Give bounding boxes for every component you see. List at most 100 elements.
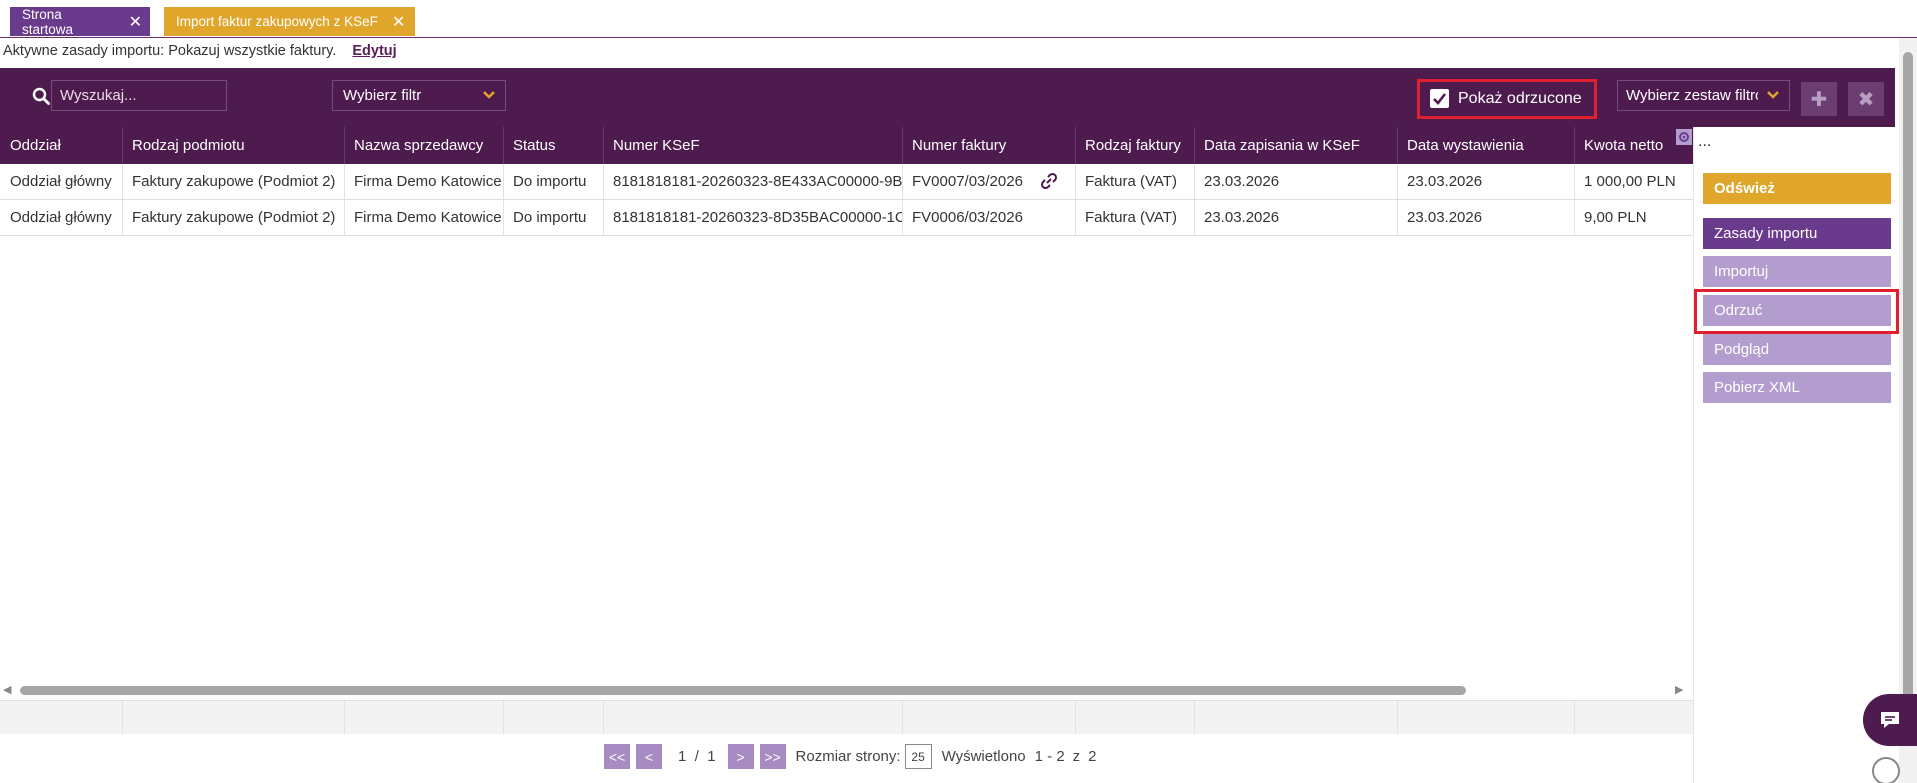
table-cell: 23.03.2026 [1204,173,1280,190]
table-cell: Do importu [513,173,587,190]
column-divider [1574,164,1575,199]
edit-rules-link[interactable]: Edytuj [352,43,396,59]
footer-divider [1194,701,1195,734]
table-cell: 9,00 PLN [1584,209,1647,226]
close-icon[interactable]: ✕ [129,12,142,32]
horizontal-scrollbar[interactable]: ◀ ▶ [0,681,1693,699]
column-divider[interactable] [902,127,903,164]
import-rules-info: Aktywne zasady importu: Pokazuj wszystki… [3,43,397,59]
footer-divider [122,701,123,734]
column-header[interactable]: Nazwa sprzedawcy [344,137,503,154]
link-icon[interactable] [1040,172,1058,190]
scroll-right-icon[interactable]: ▶ [1675,683,1683,696]
footer-divider [1075,701,1076,734]
show-rejected-highlight: Pokaż odrzucone [1417,79,1597,119]
first-page-button[interactable]: << [604,744,630,769]
download-xml-button[interactable]: Pobierz XML [1703,372,1891,403]
table-cell: Faktura (VAT) [1085,209,1177,226]
filter-select-label: Wybierz filtr [343,87,422,104]
vertical-scroll-thumb[interactable] [1903,52,1913,732]
search-input[interactable] [51,80,227,111]
current-page: 1 [678,748,687,765]
import-button[interactable]: Importuj [1703,256,1891,287]
page-separator: / [694,748,699,765]
close-icon[interactable]: ✕ [392,12,405,32]
table-cell: 23.03.2026 [1407,173,1483,190]
table-cell: Oddział główny [10,209,112,226]
show-rejected-checkbox[interactable] [1430,89,1449,108]
import-rules-button[interactable]: Zasady importu [1703,218,1891,249]
chat-icon [1881,712,1899,728]
footer-divider [344,701,345,734]
toolbar [0,68,1895,127]
footer-divider [1574,701,1575,734]
import-rules-text: Aktywne zasady importu: Pokazuj wszystki… [3,43,337,59]
column-divider [344,200,345,235]
page-size-input[interactable]: 25 [904,744,932,769]
column-header[interactable]: Data wystawienia [1397,137,1574,154]
tab-bar: Strona startowa ✕ Import faktur zakupowy… [0,0,1917,38]
table-cell: Faktury zakupowe (Podmiot 2) [132,209,336,226]
table-cell: Faktura (VAT) [1085,173,1177,190]
column-header[interactable]: Numer KSeF [603,137,902,154]
column-header[interactable]: Status [503,137,603,154]
search-icon [32,87,50,105]
column-divider [344,164,345,199]
column-divider [902,200,903,235]
footer-divider [1397,701,1398,734]
column-header[interactable]: Oddział [0,137,122,154]
column-divider [122,200,123,235]
checkmark-icon [1433,93,1447,105]
reject-button[interactable]: Odrzuć [1703,295,1891,326]
table-cell: 8181818181-20260323-8E433AC00000-9B [613,173,902,190]
column-header[interactable]: Numer faktury [902,137,1075,154]
tab-home[interactable]: Strona startowa ✕ [10,6,150,37]
column-divider [1075,200,1076,235]
column-divider [122,164,123,199]
filter-select[interactable]: Wybierz filtr [332,80,506,111]
horizontal-scroll-thumb[interactable] [20,686,1466,695]
column-divider[interactable] [503,127,504,164]
column-divider[interactable] [1075,127,1076,164]
plus-icon: ✚ [1810,88,1828,111]
chevron-down-icon [483,91,495,99]
table-row[interactable]: Oddział główny Faktury zakupowe (Podmiot … [0,200,1693,236]
column-divider [1397,200,1398,235]
scroll-left-icon[interactable]: ◀ [3,683,11,696]
table-cell: Firma Demo Katowice [354,173,502,190]
total-pages: 1 [707,748,716,765]
tab-home-label: Strona startowa [22,6,74,37]
last-page-button[interactable]: >> [759,744,786,769]
show-rejected-toggle[interactable]: Pokaż odrzucone [1430,89,1582,108]
next-page-button[interactable]: > [727,744,754,769]
column-header[interactable]: Data zapisania w KSeF [1194,137,1397,154]
column-header[interactable]: Rodzaj faktury [1075,137,1194,154]
table-cell: Firma Demo Katowice [354,209,502,226]
column-divider[interactable] [1574,127,1575,164]
tab-ksef-import-label: Import faktur zakupowych z KSeF [176,14,378,29]
chat-minimized-icon[interactable] [1872,757,1900,783]
column-divider[interactable] [122,127,123,164]
column-divider [503,200,504,235]
filter-set-select[interactable]: Wybierz zestaw filtrów [1617,80,1790,111]
refresh-button[interactable]: Odśwież [1703,173,1891,204]
prev-page-button[interactable]: < [636,744,662,769]
pager: << < 1 / 1 > >> Rozmiar strony: 25 Wyświ… [604,744,1097,769]
table-row[interactable]: Oddział główny Faktury zakupowe (Podmiot … [0,164,1693,200]
column-header[interactable]: Rodzaj podmiotu [122,137,344,154]
column-divider[interactable] [344,127,345,164]
column-divider [1194,200,1195,235]
chat-button[interactable] [1863,694,1917,746]
column-divider[interactable] [603,127,604,164]
column-divider [1397,164,1398,199]
column-divider[interactable] [1397,127,1398,164]
column-divider [1194,164,1195,199]
add-filter-button[interactable]: ✚ [1801,82,1837,116]
clear-filter-button[interactable]: ✖ [1848,82,1884,116]
preview-button[interactable]: Podgląd [1703,334,1891,365]
column-divider[interactable] [1194,127,1195,164]
vertical-scrollbar[interactable] [1899,38,1917,783]
column-divider [902,164,903,199]
gear-icon[interactable] [1676,129,1692,145]
tab-ksef-import[interactable]: Import faktur zakupowych z KSeF ✕ [164,7,415,36]
